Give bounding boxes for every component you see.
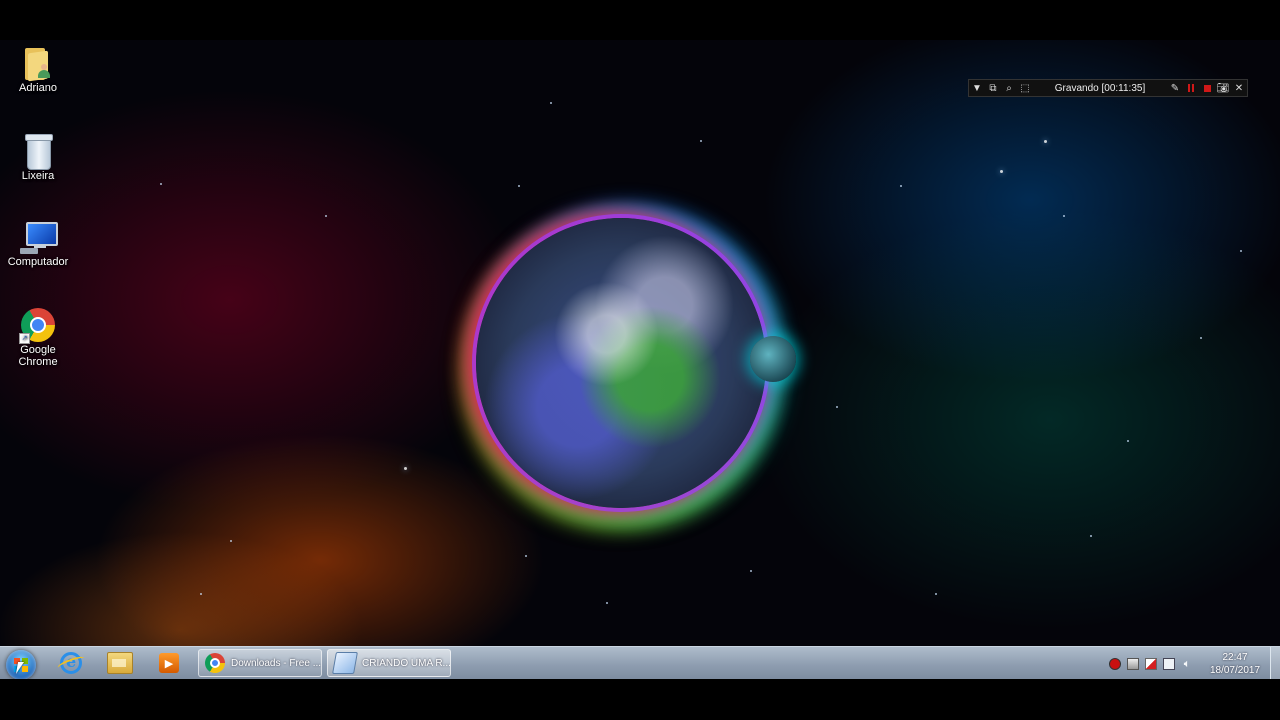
monitor-icon[interactable] (1163, 658, 1175, 670)
star (1063, 215, 1065, 217)
star (606, 602, 608, 604)
internet-explorer-icon (60, 652, 82, 674)
camera-icon[interactable]: 📷︎ (1215, 80, 1231, 96)
taskbar-pin-media-player[interactable]: ▶ (146, 649, 192, 677)
zoom-icon[interactable]: ⌕ (1001, 80, 1017, 96)
star (1090, 535, 1092, 537)
moon (750, 336, 796, 382)
pen-icon[interactable]: ✎ (1167, 80, 1183, 96)
desktop-wallpaper[interactable]: Adriano Lixeira Computador ↗ Google Chro… (0, 40, 1280, 646)
clock[interactable]: 22:47 18/07/2017 (1202, 651, 1268, 677)
clock-date: 18/07/2017 (1209, 665, 1261, 676)
close-icon[interactable]: ✕ (1231, 80, 1247, 96)
file-explorer-icon (107, 652, 133, 674)
window-icon[interactable]: ⧉ (985, 80, 1001, 96)
user-folder-icon (25, 46, 51, 82)
star (1200, 337, 1202, 339)
letterbox-bottom (0, 679, 1280, 720)
taskbar (0, 646, 1280, 680)
star (160, 183, 162, 185)
taskbar-task-label: CRIANDO UMA R... (362, 657, 451, 669)
system-tray: 🔈︎ (1106, 656, 1196, 672)
desktop-icon-label: Google Chrome (18, 344, 58, 368)
star (518, 185, 520, 187)
star (700, 140, 702, 142)
taskbar-task-chrome[interactable]: Downloads - Free ... (198, 649, 322, 677)
star (230, 540, 232, 542)
star (1240, 250, 1242, 252)
star (550, 102, 552, 104)
desktop-icon-computador[interactable]: Computador (0, 222, 76, 268)
show-desktop-button[interactable] (1270, 647, 1280, 679)
desktop-icon-label: Lixeira (21, 170, 55, 182)
star (525, 555, 527, 557)
taskbar-pin-internet-explorer[interactable] (48, 649, 94, 677)
record-icon[interactable] (1109, 658, 1121, 670)
chrome-icon (205, 653, 225, 673)
recorder-toolbar: ▼ ⧉ ⌕ ⬚ Gravando [00:11:35] ✎ 📷︎ ✕ (968, 79, 1248, 97)
recording-status: Gravando [00:11:35] (1054, 82, 1146, 94)
taskbar-task-label: Downloads - Free ... (231, 657, 322, 669)
taskbar-task-document[interactable]: CRIANDO UMA R... (327, 649, 451, 677)
dropdown-icon[interactable]: ▼ (969, 80, 985, 96)
star (1000, 170, 1003, 173)
network-icon[interactable] (1127, 658, 1139, 670)
earth-planet (476, 218, 766, 508)
recycle-bin-icon (25, 134, 53, 170)
stop-icon[interactable] (1199, 80, 1215, 96)
shortcut-arrow-icon: ↗ (19, 333, 30, 344)
star (325, 215, 327, 217)
star (1044, 140, 1047, 143)
flag-icon[interactable] (1145, 658, 1157, 670)
star (1127, 440, 1129, 442)
computer-icon (20, 222, 58, 254)
clock-time: 22:47 (1222, 652, 1248, 663)
volume-icon[interactable]: 🔈︎ (1181, 658, 1193, 670)
chrome-icon: ↗ (19, 308, 55, 344)
star (750, 570, 752, 572)
taskbar-pin-file-explorer[interactable] (97, 649, 143, 677)
desktop-icon-google-chrome[interactable]: ↗ Google Chrome (0, 308, 76, 368)
media-player-icon: ▶ (159, 653, 179, 673)
star (404, 467, 407, 470)
star (900, 185, 902, 187)
desktop-icon-lixeira[interactable]: Lixeira (0, 134, 76, 182)
desktop-icon-adriano[interactable]: Adriano (0, 46, 76, 94)
pause-icon[interactable] (1183, 80, 1199, 96)
document-icon (332, 652, 358, 674)
star (200, 593, 202, 595)
desktop-icon-label: Computador (7, 256, 69, 268)
letterbox-top (0, 0, 1280, 40)
desktop-icon-label: Adriano (19, 82, 57, 94)
star (836, 406, 838, 408)
star (935, 593, 937, 595)
region-icon[interactable]: ⬚ (1017, 80, 1033, 96)
